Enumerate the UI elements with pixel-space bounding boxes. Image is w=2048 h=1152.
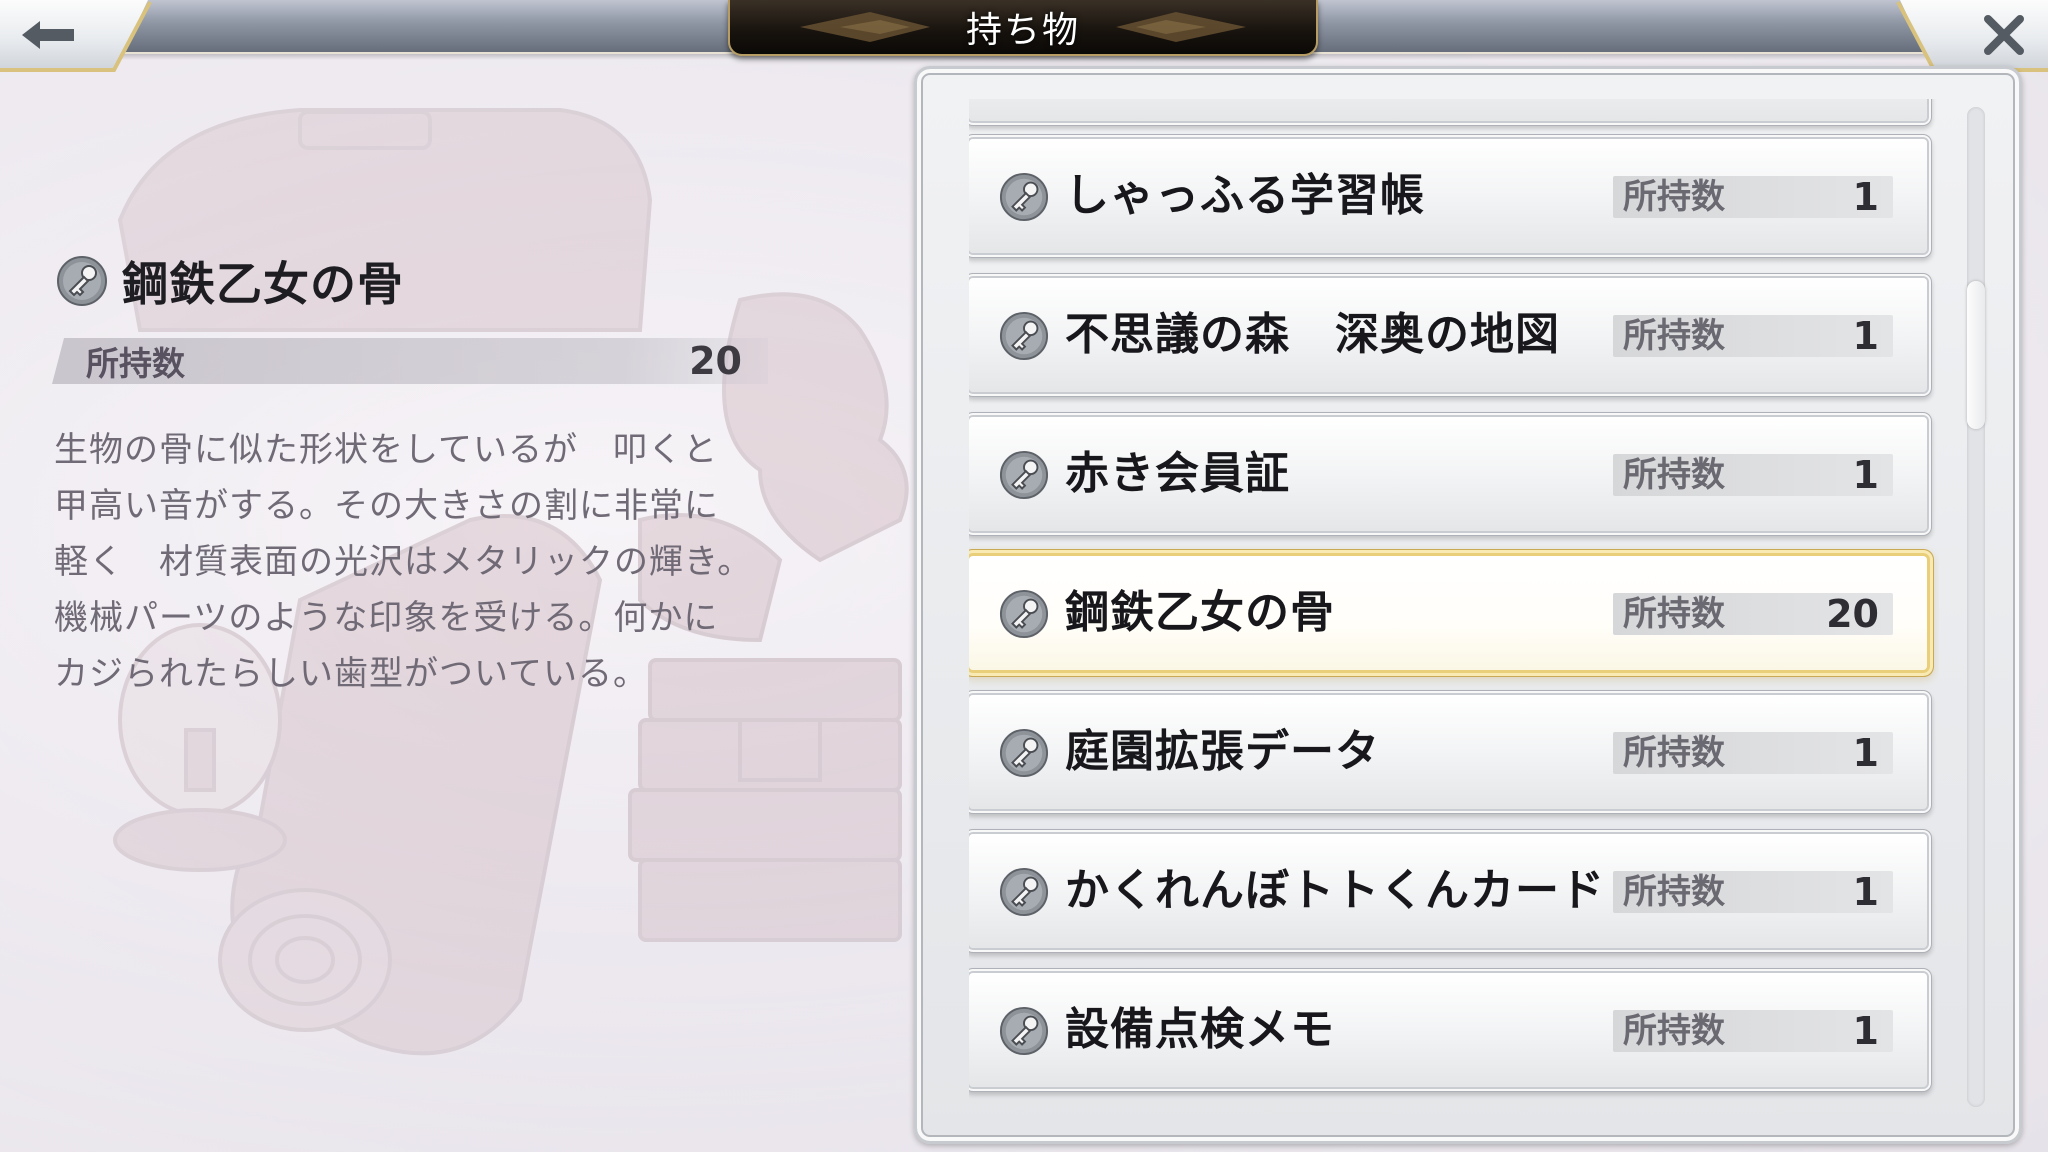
key-item-icon	[999, 728, 1049, 778]
detail-header: 鋼鉄乙女の骨	[56, 248, 404, 314]
description-line: 甲高い音がする。その大きさの割に非常に	[54, 486, 719, 526]
count-label: 所持数	[1623, 177, 1725, 217]
list-item-name: 鋼鉄乙女の骨	[1065, 587, 1335, 638]
list-item-partial[interactable]	[969, 99, 1927, 121]
detail-count-value: 20	[689, 339, 742, 383]
list-item-count: 所持数 1	[1613, 176, 1893, 218]
description-line: カジられたらしい歯型がついている。	[54, 654, 648, 694]
key-item-icon	[999, 867, 1049, 917]
item-description: 生物の骨に似た形状をしているが 叩くと 甲高い音がする。その大きさの割に非常に …	[54, 422, 814, 702]
list-item-name: 庭園拡張データ	[1065, 726, 1380, 777]
list-item-name: 不思議の森 深奥の地図	[1065, 309, 1560, 360]
count-label: 所持数	[1623, 455, 1725, 495]
scrollbar-thumb[interactable]	[1967, 281, 1985, 429]
list-item-count: 所持数 1	[1613, 732, 1893, 774]
detail-item-name: 鋼鉄乙女の骨	[122, 257, 404, 311]
item-list-panel: しゃっふる学習帳 所持数 1 不思議の森 深奥の地図 所持数 1 赤き会員証 所…	[914, 66, 2022, 1144]
list-item-count: 所持数 1	[1613, 1010, 1893, 1052]
count-label: 所持数	[1623, 316, 1725, 356]
list-item-count: 所持数 20	[1613, 593, 1893, 635]
list-item-count: 所持数 1	[1613, 454, 1893, 496]
description-line: 軽く 材質表面の光沢はメタリックの輝き。	[54, 542, 753, 582]
page-title: 持ち物	[965, 10, 1080, 51]
count-value: 1	[1852, 453, 1879, 497]
count-value: 1	[1852, 1009, 1879, 1053]
count-value: 1	[1852, 175, 1879, 219]
detail-count-label: 所持数	[86, 344, 185, 383]
description-line: 生物の骨に似た形状をしているが 叩くと	[54, 430, 718, 470]
item-detail-pane: 鋼鉄乙女の骨 所持数 20 生物の骨に似た形状をしているが 叩くと 甲高い音がす…	[0, 0, 900, 1152]
key-item-icon	[999, 311, 1049, 361]
close-button-trim	[1896, 1, 2048, 72]
list-item-name: かくれんぼトトくんカード	[1065, 865, 1605, 916]
detail-count-bar: 所持数 20	[52, 338, 768, 384]
list-item[interactable]: しゃっふる学習帳 所持数 1	[969, 139, 1927, 253]
key-item-icon	[57, 256, 107, 306]
key-item-icon	[999, 450, 1049, 500]
list-item-count: 所持数 1	[1613, 315, 1893, 357]
key-item-icon	[999, 172, 1049, 222]
key-item-icon	[999, 589, 1049, 639]
description-line: 機械パーツのような印象を受ける。何かに	[54, 598, 719, 638]
count-label: 所持数	[1623, 872, 1725, 912]
list-item[interactable]: 赤き会員証 所持数 1	[969, 417, 1927, 531]
count-value: 1	[1852, 314, 1879, 358]
list-item-selected[interactable]: 鋼鉄乙女の骨 所持数 20	[969, 556, 1927, 670]
list-item[interactable]: 設備点検メモ 所持数 1	[969, 973, 1927, 1087]
count-value: 20	[1826, 592, 1879, 636]
list-item-name: 赤き会員証	[1065, 448, 1290, 499]
count-label: 所持数	[1623, 594, 1725, 634]
list-item[interactable]: 庭園拡張データ 所持数 1	[969, 695, 1927, 809]
count-value: 1	[1852, 731, 1879, 775]
list-item[interactable]: かくれんぼトトくんカード 所持数 1	[969, 834, 1927, 948]
count-label: 所持数	[1623, 1011, 1725, 1051]
list-item-count: 所持数 1	[1613, 871, 1893, 913]
count-value: 1	[1852, 870, 1879, 914]
key-item-icon	[999, 1006, 1049, 1056]
scrollbar-track[interactable]	[1967, 107, 1985, 1107]
list-item-name: 設備点検メモ	[1065, 1004, 1335, 1055]
item-list[interactable]: しゃっふる学習帳 所持数 1 不思議の森 深奥の地図 所持数 1 赤き会員証 所…	[969, 99, 1939, 1109]
count-label: 所持数	[1623, 733, 1725, 773]
list-item[interactable]: 不思議の森 深奥の地図 所持数 1	[969, 278, 1927, 392]
list-item-name: しゃっふる学習帳	[1065, 170, 1425, 221]
